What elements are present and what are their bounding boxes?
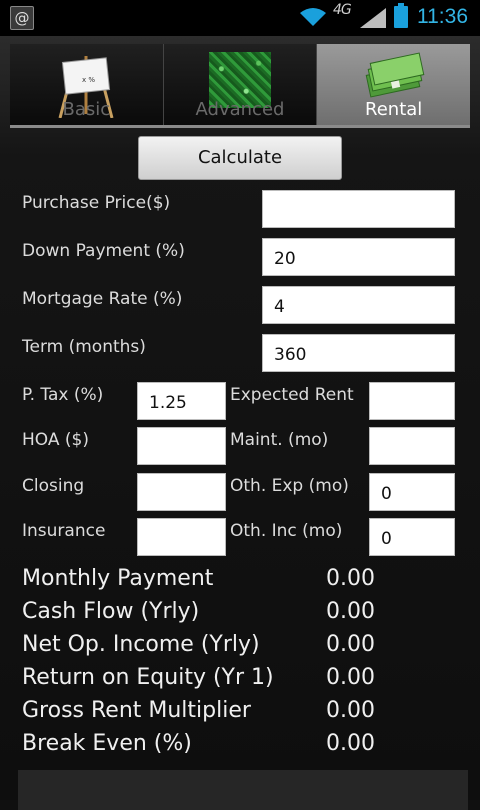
status-bar: @ 4G 11:36: [0, 0, 480, 36]
network-type-label: 4G: [333, 2, 352, 18]
hoa-input[interactable]: [137, 427, 226, 465]
result-value-net-op-income: 0.00: [326, 632, 375, 657]
tab-advanced[interactable]: Advanced: [163, 44, 318, 126]
insurance-input[interactable]: [137, 518, 226, 556]
closing-label: Closing: [22, 476, 85, 496]
app-content: x % Basic Advanced Rental Calculate Purc…: [0, 36, 480, 810]
closing-input[interactable]: [137, 473, 226, 511]
tab-indicator: [10, 125, 470, 128]
result-label-net-op-income: Net Op. Income (Yrly): [22, 632, 260, 657]
result-value-monthly-payment: 0.00: [326, 566, 375, 591]
tab-basic-label: Basic: [62, 99, 111, 120]
tab-rental[interactable]: Rental: [317, 44, 471, 126]
result-value-return-on-equity: 0.00: [326, 665, 375, 690]
maintenance-label: Maint. (mo): [230, 430, 329, 450]
result-value-break-even: 0.00: [326, 731, 375, 756]
mortgage-rate-label: Mortgage Rate (%): [22, 289, 183, 309]
other-expense-label: Oth. Exp (mo): [230, 476, 349, 496]
result-value-cash-flow: 0.00: [326, 599, 375, 624]
signal-strength-icon: [360, 8, 386, 28]
tab-rental-label: Rental: [365, 99, 423, 120]
tab-bar: x % Basic Advanced Rental: [10, 44, 471, 128]
hoa-label: HOA ($): [22, 430, 89, 450]
calculate-button[interactable]: Calculate: [138, 136, 342, 180]
down-payment-label: Down Payment (%): [22, 241, 185, 261]
expected-rent-label: Expected Rent: [230, 385, 354, 405]
svg-text:x %: x %: [82, 76, 95, 84]
other-income-label: Oth. Inc (mo): [230, 521, 343, 541]
result-label-cash-flow: Cash Flow (Yrly): [22, 599, 200, 624]
mortgage-rate-input[interactable]: 4: [262, 286, 455, 324]
down-payment-input[interactable]: 20: [262, 238, 455, 276]
result-label-break-even: Break Even (%): [22, 731, 192, 756]
term-input[interactable]: 360: [262, 334, 455, 372]
tab-basic[interactable]: x % Basic: [10, 44, 164, 126]
other-expense-input[interactable]: 0: [369, 473, 455, 511]
result-label-gross-rent-multiplier: Gross Rent Multiplier: [22, 698, 251, 723]
tab-advanced-label: Advanced: [195, 99, 285, 120]
property-tax-input[interactable]: 1.25: [137, 382, 226, 420]
purchase-price-label: Purchase Price($): [22, 193, 171, 213]
maintenance-input[interactable]: [369, 427, 455, 465]
term-label: Term (months): [22, 337, 146, 357]
result-label-monthly-payment: Monthly Payment: [22, 566, 214, 591]
expected-rent-input[interactable]: [369, 382, 455, 420]
wifi-icon: [300, 8, 326, 26]
battery-icon: [394, 3, 408, 28]
result-value-gross-rent-multiplier: 0.00: [326, 698, 375, 723]
property-tax-label: P. Tax (%): [22, 385, 104, 405]
purchase-price-input[interactable]: [262, 190, 455, 228]
bottom-bar: [18, 770, 468, 810]
result-label-return-on-equity: Return on Equity (Yr 1): [22, 665, 274, 690]
email-notification-icon: @: [10, 6, 34, 30]
insurance-label: Insurance: [22, 521, 106, 541]
status-clock: 11:36: [417, 5, 468, 28]
money-icon: [365, 52, 425, 98]
other-income-input[interactable]: 0: [369, 518, 455, 556]
